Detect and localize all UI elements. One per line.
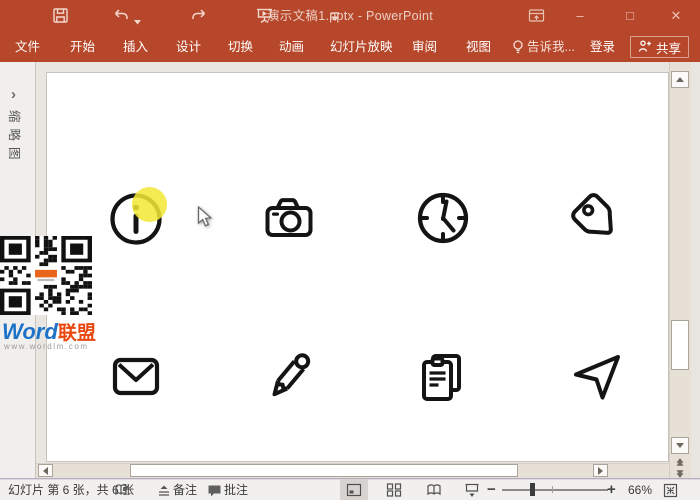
slide-sorter-view-button[interactable] — [380, 479, 408, 500]
scroll-left-button[interactable] — [38, 464, 53, 477]
pencil-icon[interactable] — [259, 347, 319, 407]
mouse-cursor — [197, 205, 213, 233]
envelope-icon[interactable] — [106, 347, 166, 407]
tab-home[interactable]: 开始 — [70, 32, 95, 62]
yellow-highlight-dot — [132, 187, 167, 222]
brand-logo-cn: 联盟 — [57, 323, 96, 344]
notes-button[interactable]: 备注 — [173, 479, 197, 500]
watermark: Word联盟 www.wordlm.com — [0, 236, 120, 351]
title-bar: 演示文稿1.pptx - PowerPoint – □ ✕ — [0, 0, 700, 32]
comments-button[interactable]: 批注 — [224, 479, 248, 500]
maximize-button[interactable]: □ — [613, 0, 647, 32]
vertical-scrollbar[interactable] — [669, 62, 691, 478]
scroll-up-button[interactable] — [671, 71, 689, 88]
tag-icon[interactable] — [566, 188, 626, 248]
zoom-slider-thumb[interactable] — [530, 483, 535, 496]
zoom-in-button[interactable]: + — [607, 479, 616, 500]
copy-documents-icon[interactable] — [412, 347, 472, 407]
slide-show-view-button[interactable] — [458, 479, 486, 500]
close-button[interactable]: ✕ — [659, 0, 693, 32]
scroll-right-button[interactable] — [593, 464, 608, 477]
notes-icon — [157, 483, 171, 500]
zoom-slider-center-tick — [552, 486, 553, 493]
slide-canvas[interactable] — [46, 72, 669, 462]
minimize-button[interactable]: – — [563, 0, 597, 32]
fit-to-window-icon[interactable] — [663, 483, 678, 500]
thumbnail-pane-label: 缩略图 — [7, 110, 21, 166]
zoom-level[interactable]: 66% — [628, 479, 652, 500]
tell-me-tab[interactable]: 告诉我... — [527, 32, 575, 62]
tab-view[interactable]: 视图 — [466, 32, 491, 62]
clock-icon[interactable] — [413, 188, 473, 248]
tab-file[interactable]: 文件 — [15, 32, 40, 62]
share-person-icon — [638, 39, 652, 56]
zoom-out-button[interactable]: − — [487, 479, 496, 500]
zoom-slider-track[interactable] — [502, 489, 608, 491]
powerpoint-window: 演示文稿1.pptx - PowerPoint – □ ✕ 文件 开始 插入 设… — [0, 0, 700, 500]
qr-center-logo — [33, 268, 59, 283]
previous-slide-button[interactable] — [671, 456, 689, 467]
brand-logo-en: Word — [2, 319, 58, 344]
tab-transitions[interactable]: 切换 — [228, 32, 253, 62]
ribbon-tab-bar: 文件 开始 插入 设计 切换 动画 幻灯片放映 审阅 视图 告诉我... 登录 … — [0, 32, 700, 62]
ribbon-display-options-icon[interactable] — [528, 8, 545, 29]
status-bar: 幻灯片 第 6 张，共 6 张 备注 批注 − + 66% — [0, 478, 700, 500]
vertical-scroll-thumb[interactable] — [671, 320, 689, 370]
reading-view-button[interactable] — [420, 479, 448, 500]
send-arrow-icon[interactable] — [567, 346, 627, 406]
tab-slideshow[interactable]: 幻灯片放映 — [330, 32, 393, 62]
brand-url: www.wordlm.com — [4, 342, 89, 351]
tab-animations[interactable]: 动画 — [279, 32, 304, 62]
tab-design[interactable]: 设计 — [176, 32, 201, 62]
share-label: 共享 — [656, 41, 682, 56]
brand-logo: Word联盟 — [2, 318, 96, 345]
comments-icon — [207, 483, 222, 500]
normal-view-button[interactable] — [340, 479, 368, 500]
qr-code — [0, 236, 120, 315]
share-button[interactable]: 共享 — [630, 36, 690, 58]
scroll-down-button[interactable] — [671, 437, 689, 454]
camera-icon[interactable] — [259, 188, 319, 248]
spell-check-icon[interactable] — [114, 483, 129, 500]
horizontal-scroll-thumb[interactable] — [130, 464, 518, 477]
tell-me-bulb-icon — [512, 40, 524, 60]
expand-pane-icon[interactable]: › — [11, 86, 16, 103]
sign-in-link[interactable]: 登录 — [590, 32, 615, 62]
tab-insert[interactable]: 插入 — [123, 32, 148, 62]
tab-review[interactable]: 审阅 — [412, 32, 437, 62]
